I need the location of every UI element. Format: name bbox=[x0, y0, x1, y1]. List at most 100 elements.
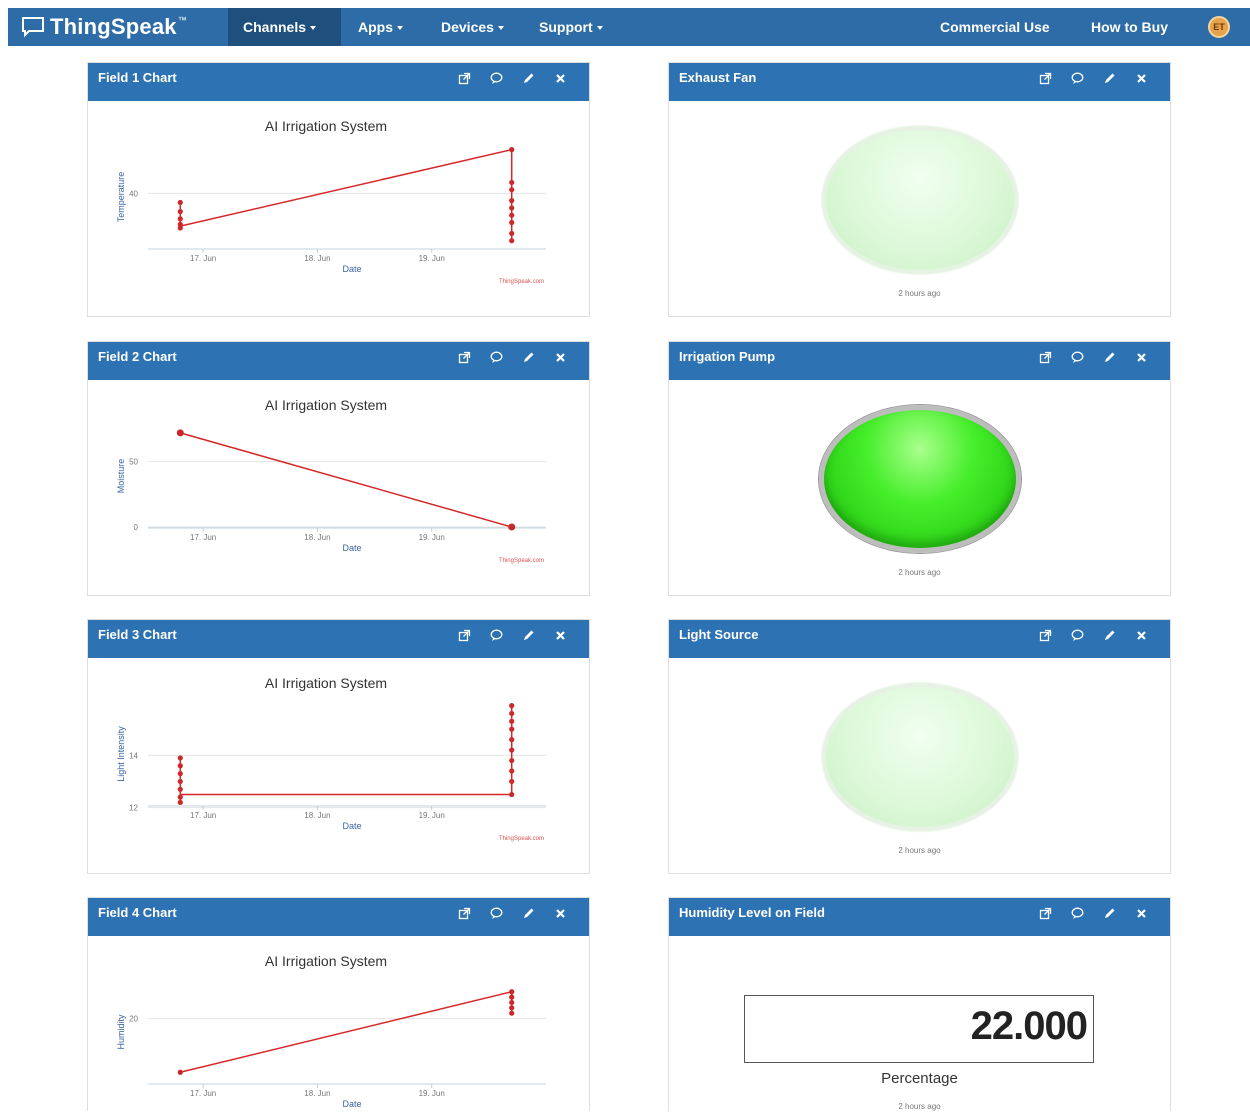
time-ago: 2 hours ago bbox=[898, 846, 941, 855]
field-2-chart-panel: Field 2 Chart AI Irrigation System 0 50 17.… bbox=[87, 341, 590, 596]
chart-title: AI Irrigation System bbox=[265, 397, 387, 413]
x-tick-label: 18. Jun bbox=[304, 533, 330, 542]
close-icon[interactable] bbox=[554, 72, 567, 85]
nav-commercial-use[interactable]: Commercial Use bbox=[925, 8, 1065, 46]
nav-channels-label: Channels bbox=[243, 19, 307, 35]
field-1-chart[interactable]: AI Irrigation System 40 17. Jun 18. Jun 19. … bbox=[88, 101, 589, 316]
x-axis-label: Date bbox=[342, 821, 361, 831]
comment-icon[interactable] bbox=[490, 629, 503, 642]
pencil-icon[interactable] bbox=[1103, 72, 1116, 85]
y-tick-label: 50 bbox=[129, 458, 138, 467]
nav-apps-label: Apps bbox=[358, 19, 393, 35]
close-icon[interactable] bbox=[554, 629, 567, 642]
panel-header: Exhaust Fan bbox=[669, 63, 1170, 101]
thingspeak-logo[interactable]: ThingSpeak ™ bbox=[20, 12, 187, 42]
pencil-icon[interactable] bbox=[522, 907, 535, 920]
external-link-icon[interactable] bbox=[1039, 907, 1052, 920]
nav-channels[interactable]: Channels bbox=[228, 8, 341, 46]
panel-tools bbox=[458, 907, 567, 920]
y-axis-label: Temperature bbox=[116, 172, 126, 223]
field-3-chart[interactable]: AI Irrigation System 12 14 17. Jun 18. Jun 19… bbox=[88, 658, 589, 873]
close-icon[interactable] bbox=[1135, 907, 1148, 920]
panel-header: Field 2 Chart bbox=[88, 342, 589, 380]
chevron-down-icon bbox=[596, 26, 603, 31]
panel-header: Field 1 Chart bbox=[88, 63, 589, 101]
humidity-level-panel: Humidity Level on Field 22.000 Percentag… bbox=[668, 897, 1171, 1111]
time-ago: 2 hours ago bbox=[898, 568, 941, 577]
comment-icon[interactable] bbox=[1071, 72, 1084, 85]
x-tick-label: 17. Jun bbox=[190, 254, 216, 263]
close-icon[interactable] bbox=[1135, 72, 1148, 85]
comment-icon[interactable] bbox=[1071, 629, 1084, 642]
y-axis-label: Humidity bbox=[116, 1014, 126, 1050]
x-axis-label: Date bbox=[342, 1099, 361, 1109]
nav-how-to-buy[interactable]: How to Buy bbox=[1076, 8, 1183, 46]
panel-header: Irrigation Pump bbox=[669, 342, 1170, 380]
panel-header: Humidity Level on Field bbox=[669, 898, 1170, 936]
external-link-icon[interactable] bbox=[1039, 351, 1052, 364]
pencil-icon[interactable] bbox=[522, 72, 535, 85]
x-tick-label: 17. Jun bbox=[190, 1089, 216, 1098]
comment-icon[interactable] bbox=[490, 72, 503, 85]
data-point bbox=[176, 429, 184, 437]
chart-title: AI Irrigation System bbox=[265, 118, 387, 134]
y-tick-label: 20 bbox=[129, 1015, 138, 1024]
panel-tools bbox=[458, 629, 567, 642]
pencil-icon[interactable] bbox=[1103, 351, 1116, 364]
nav-support[interactable]: Support bbox=[524, 8, 618, 46]
panel-title: Field 2 Chart bbox=[98, 349, 177, 364]
y-tick-label: 40 bbox=[129, 189, 138, 198]
external-link-icon[interactable] bbox=[458, 351, 471, 364]
panel-tools bbox=[458, 72, 567, 85]
numeric-value: 22.000 bbox=[970, 1004, 1088, 1048]
field-2-chart[interactable]: AI Irrigation System 0 50 17. Jun 18. Jun 19.… bbox=[88, 380, 589, 595]
nav-apps[interactable]: Apps bbox=[343, 8, 418, 46]
comment-icon[interactable] bbox=[1071, 351, 1084, 364]
panel-tools bbox=[1039, 907, 1148, 920]
close-icon[interactable] bbox=[1135, 351, 1148, 364]
pencil-icon[interactable] bbox=[522, 629, 535, 642]
chart-credit: ThingSpeak.com bbox=[499, 279, 544, 285]
close-icon[interactable] bbox=[554, 907, 567, 920]
external-link-icon[interactable] bbox=[458, 629, 471, 642]
comment-icon[interactable] bbox=[490, 351, 503, 364]
pencil-icon[interactable] bbox=[522, 351, 535, 364]
close-icon[interactable] bbox=[554, 351, 567, 364]
panel-title: Field 4 Chart bbox=[98, 905, 177, 920]
field-4-chart[interactable]: AI Irrigation System 20 17. Jun 18. Jun 19. … bbox=[88, 936, 589, 1117]
chevron-down-icon bbox=[397, 26, 403, 31]
y-axis-label: Light Intensity bbox=[116, 726, 126, 782]
panel-title: Field 3 Chart bbox=[98, 627, 177, 642]
chart-title: AI Irrigation System bbox=[265, 953, 387, 969]
x-tick-label: 19. Jun bbox=[419, 811, 445, 820]
panel-title: Light Source bbox=[679, 627, 759, 642]
external-link-icon[interactable] bbox=[1039, 72, 1052, 85]
pencil-icon[interactable] bbox=[1103, 907, 1116, 920]
close-icon[interactable] bbox=[1135, 629, 1148, 642]
pencil-icon[interactable] bbox=[1103, 629, 1116, 642]
brand-trademark: ™ bbox=[177, 15, 187, 25]
nav-devices[interactable]: Devices bbox=[426, 8, 519, 46]
external-link-icon[interactable] bbox=[1039, 629, 1052, 642]
chart-title: AI Irrigation System bbox=[265, 675, 387, 691]
field-4-chart-panel: Field 4 Chart AI Irrigation System 20 17. … bbox=[87, 897, 590, 1117]
panel-title: Exhaust Fan bbox=[679, 70, 757, 85]
irrigation-pump-panel: Irrigation Pump 2 hours ago bbox=[668, 341, 1171, 596]
external-link-icon[interactable] bbox=[458, 907, 471, 920]
panel-tools bbox=[1039, 629, 1148, 642]
comment-icon[interactable] bbox=[490, 907, 503, 920]
y-tick-label: 14 bbox=[129, 751, 138, 760]
top-navbar: ThingSpeak ™ Channels Apps Devices Suppo… bbox=[8, 8, 1250, 46]
brand-name: ThingSpeak bbox=[50, 14, 177, 39]
numeric-label: Percentage bbox=[881, 1070, 958, 1087]
panel-header: Field 4 Chart bbox=[88, 898, 589, 936]
data-point bbox=[508, 523, 516, 531]
chevron-down-icon bbox=[310, 26, 317, 31]
comment-icon[interactable] bbox=[1071, 907, 1084, 920]
y-axis-label: Moisture bbox=[116, 459, 126, 494]
field-3-chart-panel: Field 3 Chart AI Irrigation System 12 14 17… bbox=[87, 619, 590, 874]
avatar[interactable]: ET bbox=[1208, 16, 1230, 38]
y-tick-label: 12 bbox=[129, 804, 138, 813]
field-1-chart-panel: Field 1 Chart AI Irrigation System 40 17. … bbox=[87, 62, 590, 317]
external-link-icon[interactable] bbox=[458, 72, 471, 85]
